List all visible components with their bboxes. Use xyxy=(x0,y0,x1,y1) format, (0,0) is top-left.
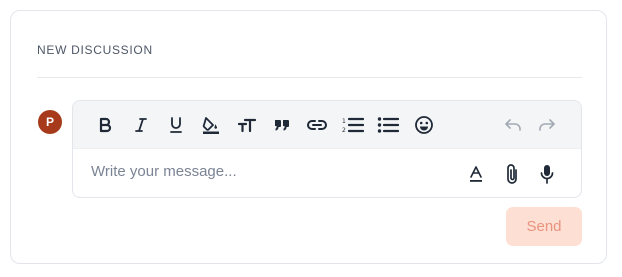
send-button[interactable]: Send xyxy=(506,207,582,246)
section-title: NEW DISCUSSION xyxy=(37,43,153,57)
quote-icon[interactable] xyxy=(270,113,294,137)
text-size-icon[interactable] xyxy=(235,113,259,137)
message-input[interactable] xyxy=(91,163,451,180)
text-format-icon[interactable] xyxy=(464,162,488,186)
link-icon[interactable] xyxy=(305,113,329,137)
svg-text:1: 1 xyxy=(342,118,346,125)
divider xyxy=(37,77,582,78)
avatar: P xyxy=(38,110,62,134)
italic-icon[interactable] xyxy=(129,113,153,137)
paperclip-icon[interactable] xyxy=(500,162,524,186)
formatting-toolbar: 12 xyxy=(73,101,581,149)
svg-text:2: 2 xyxy=(342,127,346,134)
microphone-icon[interactable] xyxy=(535,162,559,186)
bullet-list-icon[interactable] xyxy=(376,113,400,137)
redo-icon[interactable] xyxy=(535,113,559,137)
new-discussion-card: NEW DISCUSSION P 1 2 Write your message.… xyxy=(10,10,607,264)
emoji-icon[interactable] xyxy=(412,113,436,137)
message-editor: 12 xyxy=(72,100,582,198)
undo-icon[interactable] xyxy=(501,113,525,137)
bold-icon[interactable] xyxy=(93,113,117,137)
paint-bucket-icon[interactable] xyxy=(199,113,223,137)
ordered-list-icon[interactable]: 12 xyxy=(341,113,365,137)
underline-icon[interactable] xyxy=(164,113,188,137)
